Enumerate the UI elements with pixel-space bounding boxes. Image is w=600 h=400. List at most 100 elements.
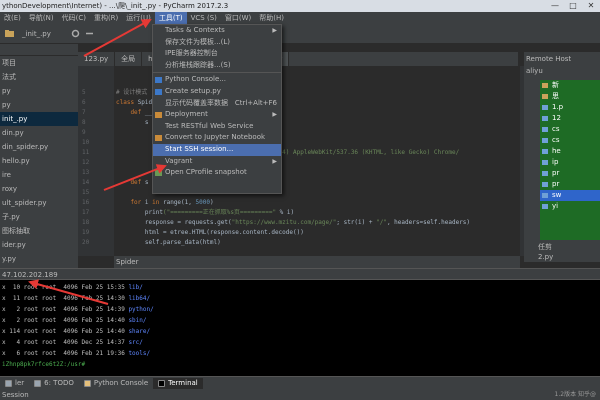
- tool-window-button[interactable]: Python Console: [79, 378, 153, 389]
- remote-tree-item[interactable]: pr: [540, 168, 600, 179]
- code-line: self.parse_data(html): [116, 238, 221, 248]
- project-tree-item[interactable]: y.py: [0, 252, 78, 266]
- menu-bar-item[interactable]: 代码(C): [58, 12, 90, 24]
- project-tree-item[interactable]: 子.py: [0, 210, 78, 224]
- remote-item[interactable]: 任剪: [524, 242, 600, 252]
- menu-item[interactable]: 分析堆栈跟踪器...(S): [153, 60, 281, 72]
- menu-bar-item[interactable]: 运行(U): [122, 12, 155, 24]
- project-tree-item[interactable]: ider.py: [0, 238, 78, 252]
- window-controls: — □ ✕: [546, 0, 600, 12]
- menu-item[interactable]: Python Console...: [153, 74, 281, 86]
- tool-window-button[interactable]: ler: [0, 378, 29, 389]
- project-tree-item[interactable]: din.py: [0, 126, 78, 140]
- remote-tree-item[interactable]: yi: [540, 201, 600, 212]
- menu-item-shortcut: Ctrl+Alt+F6: [234, 98, 277, 107]
- close-window-button[interactable]: ✕: [582, 0, 600, 12]
- structure-breadcrumb[interactable]: Spider: [114, 256, 520, 268]
- menu-item[interactable]: Open CProfile snapshot: [153, 167, 281, 179]
- remote-tree-item[interactable]: sw: [540, 190, 600, 201]
- project-tree-item[interactable]: py: [0, 84, 78, 98]
- line-number: 14: [82, 179, 90, 186]
- menu-item[interactable]: Create setup.py: [153, 86, 281, 98]
- project-tree-item[interactable]: 法式: [0, 70, 78, 84]
- menu-bar-item[interactable]: 改(E): [0, 12, 25, 24]
- terminal-entry-meta: x 114 root root 4096 Feb 25 14:40: [2, 328, 129, 335]
- remote-tree-item[interactable]: 1.p: [540, 102, 600, 113]
- project-tree-item[interactable]: init_.py: [0, 112, 78, 126]
- submenu-arrow-icon: ▶: [272, 27, 277, 34]
- project-tree-item[interactable]: hello.py: [0, 154, 78, 168]
- menu-item[interactable]: Tasks & Contexts ▶: [153, 25, 281, 37]
- terminal-tab[interactable]: 47.102.202.189: [0, 268, 600, 280]
- menu-item[interactable]: Convert to Jupyter Notebook: [153, 132, 281, 144]
- project-tree-item[interactable]: py: [0, 98, 78, 112]
- status-text: Session: [2, 391, 29, 399]
- code-token: print: [116, 209, 163, 216]
- gear-icon[interactable]: [70, 28, 81, 39]
- project-tree-item[interactable]: ult_spider.py: [0, 196, 78, 210]
- project-tree-item[interactable]: roxy: [0, 182, 78, 196]
- menu-bar-item[interactable]: 帮助(H): [255, 12, 288, 24]
- code-line: def __: [116, 108, 152, 118]
- terminal-output[interactable]: x 10 root root 4096 Feb 25 15:35 lib/x 1…: [0, 280, 600, 376]
- folder-icon[interactable]: [4, 28, 15, 39]
- code-line: s: [116, 118, 149, 128]
- menu-bar-item[interactable]: 工具(T): [154, 12, 187, 24]
- remote-tree-item[interactable]: pr: [540, 179, 600, 190]
- remote-tree-item[interactable]: he: [540, 146, 600, 157]
- minimize-button[interactable]: —: [546, 0, 564, 12]
- terminal-line: x 6 root root 4096 Feb 21 19:36 tools/: [0, 348, 600, 359]
- editor-tabs: 123.py全局hello.pycsdn_spider.py_init_.py: [78, 52, 518, 66]
- server-selector[interactable]: aliyu: [526, 67, 543, 75]
- terminal-dir-name: lib/: [128, 284, 143, 291]
- remote-tree-item[interactable]: 思: [540, 91, 600, 102]
- menu-bar-item[interactable]: VCS (S): [187, 12, 221, 24]
- remote-tree-item[interactable]: 12: [540, 113, 600, 124]
- menu-bar-item[interactable]: 导航(N): [25, 12, 58, 24]
- menu-item[interactable]: Test RESTful Web Service: [153, 121, 281, 133]
- code-token: s: [116, 119, 149, 126]
- remote-tree-label: yi: [552, 202, 559, 210]
- remote-item[interactable]: 2.py: [524, 252, 600, 262]
- code-line: response = requests.get("https://www.mzi…: [116, 218, 470, 228]
- remote-tree-item[interactable]: cs: [540, 124, 600, 135]
- menu-item[interactable]: 保存文件为模板...(L): [153, 37, 281, 49]
- file-icon: [542, 171, 548, 176]
- remote-tree-label: 新: [552, 81, 559, 89]
- menu-item[interactable]: Deployment ▶: [153, 109, 281, 121]
- remote-tree-label: cs: [552, 136, 560, 144]
- project-tree-item[interactable]: 项目: [0, 56, 78, 70]
- line-number: 16: [82, 199, 90, 206]
- remote-tree-item[interactable]: cs: [540, 135, 600, 146]
- profile-icon: [155, 170, 162, 177]
- remote-tree-item[interactable]: 新: [540, 80, 600, 91]
- menu-bar-item[interactable]: 重构(R): [90, 12, 122, 24]
- file-icon: [542, 138, 548, 143]
- menu-item-label: Tasks & Contexts: [165, 26, 225, 34]
- tools-dropdown-menu: Tasks & Contexts ▶ 保存文件为模板...(L) IPE服务器控制台分…: [152, 24, 282, 194]
- menu-item[interactable]: IPE服务器控制台: [153, 48, 281, 60]
- menu-item[interactable]: Start SSH session...: [153, 143, 281, 156]
- project-tree-item[interactable]: 图标抽取: [0, 224, 78, 238]
- project-tree-item[interactable]: ire: [0, 168, 78, 182]
- tool-window-button[interactable]: Terminal: [153, 378, 203, 389]
- menu-item[interactable]: 显示代码覆盖率数据 Ctrl+Alt+F6: [153, 98, 281, 110]
- editor-tab[interactable]: 123.py: [78, 52, 116, 66]
- line-number: 6: [82, 99, 86, 106]
- project-tree-item[interactable]: din_spider.py: [0, 140, 78, 154]
- menu-item[interactable]: Vagrant ▶: [153, 156, 281, 168]
- maximize-button[interactable]: □: [564, 0, 582, 12]
- breadcrumb[interactable]: _init_.py: [22, 27, 51, 41]
- remote-tree-item[interactable]: ip: [540, 157, 600, 168]
- code-token: ; str(i) +: [336, 219, 377, 226]
- line-number: 13: [82, 169, 90, 176]
- collapse-icon[interactable]: [84, 28, 95, 39]
- menu-item-label: Test RESTful Web Service: [165, 121, 254, 130]
- code-token: html = etree.HTML(response.content.decod…: [116, 229, 304, 236]
- menu-item-label: Deployment: [165, 110, 208, 119]
- tool-window-button[interactable]: 6: TODO: [29, 378, 79, 389]
- menu-item-label: 保存文件为模板...(L): [165, 37, 231, 46]
- menu-bar-item[interactable]: 窗口(W): [221, 12, 255, 24]
- editor-tab[interactable]: 全局: [115, 52, 143, 66]
- code-token: 5000: [195, 199, 210, 206]
